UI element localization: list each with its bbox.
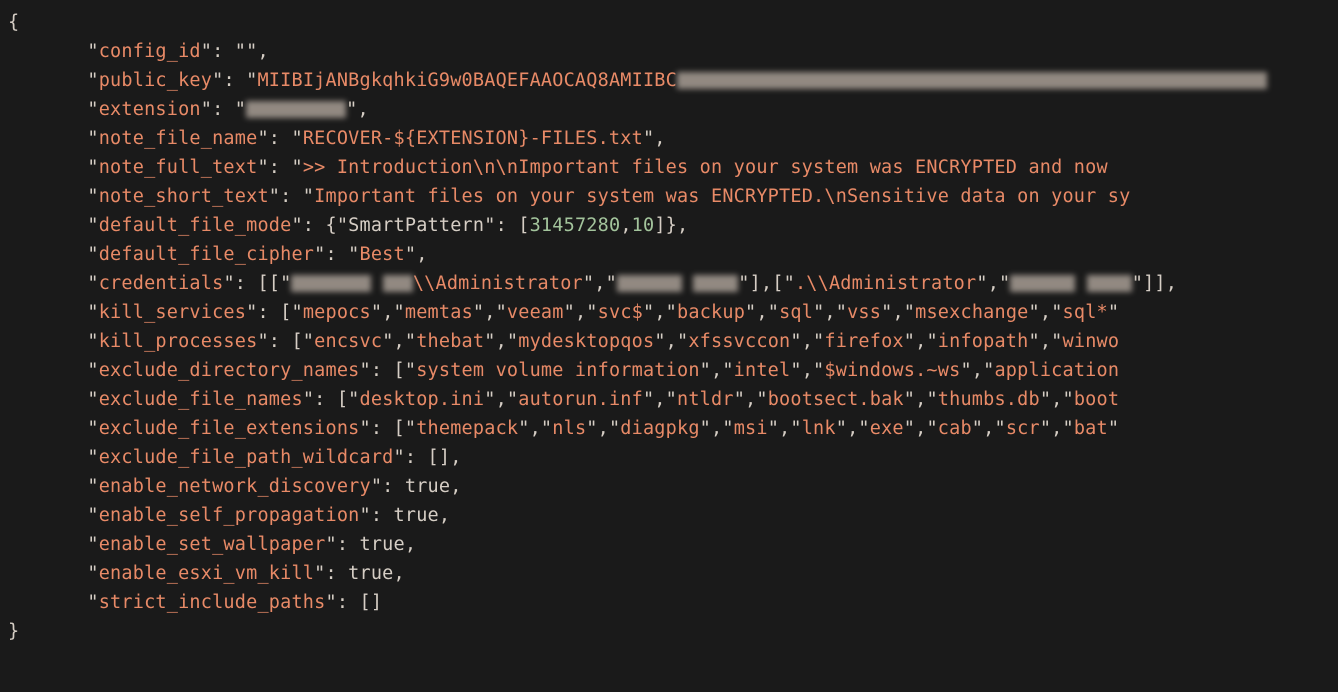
val-public-key-prefix: MIIBIjANBgkqhkiG9w0BAQEFAAOCAQ8AMIIBC bbox=[257, 70, 677, 91]
val-note-full-text: >> Introduction\n\nImportant files on yo… bbox=[303, 157, 1119, 178]
redacted-cred-1c bbox=[617, 275, 682, 292]
redacted-cred-1d bbox=[693, 275, 738, 292]
key-enable-esxi-vm-kill: enable_esxi_vm_kill bbox=[99, 563, 314, 584]
key-credentials: credentials bbox=[99, 273, 224, 294]
key-kill-processes: kill_processes bbox=[99, 331, 258, 352]
redacted-extension bbox=[246, 101, 346, 118]
key-enable-set-wallpaper: enable_set_wallpaper bbox=[99, 534, 326, 555]
key-smart-pattern: SmartPattern bbox=[348, 215, 484, 236]
brace-open: { bbox=[8, 12, 19, 33]
redacted-cred-1b bbox=[383, 275, 413, 292]
val-smart-pattern-2: 10 bbox=[632, 215, 655, 236]
redacted-cred-1a bbox=[291, 275, 371, 292]
val-smart-pattern-1: 31457280 bbox=[530, 215, 621, 236]
key-default-file-mode: default_file_mode bbox=[99, 215, 292, 236]
key-config-id: config_id bbox=[99, 41, 201, 62]
key-default-file-cipher: default_file_cipher bbox=[99, 244, 314, 265]
key-exclude-file-names: exclude_file_names bbox=[99, 389, 303, 410]
val-default-file-cipher: Best bbox=[360, 244, 405, 265]
redacted-cred-2b bbox=[1087, 275, 1132, 292]
val-empty-arr: [] bbox=[428, 447, 451, 468]
key-note-file-name: note_file_name bbox=[99, 128, 258, 149]
key-exclude-file-extensions: exclude_file_extensions bbox=[99, 418, 360, 439]
key-enable-self-propagation: enable_self_propagation bbox=[99, 505, 360, 526]
key-extension: extension bbox=[99, 99, 201, 120]
redacted-cred-2a bbox=[1010, 275, 1075, 292]
val-note-file-name: RECOVER-${EXTENSION}-FILES.txt bbox=[303, 128, 643, 149]
val-cred-admin1: \\Administrator bbox=[413, 273, 583, 294]
val-note-short-text: Important files on your system was ENCRY… bbox=[314, 186, 1130, 207]
json-config-code: { "config_id": "", "public_key": "MIIBIj… bbox=[0, 0, 1338, 646]
key-public-key: public_key bbox=[99, 70, 212, 91]
redacted-public-key bbox=[677, 72, 1267, 89]
key-strict-include-paths: strict_include_paths bbox=[99, 592, 326, 613]
key-kill-services: kill_services bbox=[99, 302, 246, 323]
key-note-short-text: note_short_text bbox=[99, 186, 269, 207]
val-cred-admin2: .\\Administrator bbox=[795, 273, 976, 294]
key-exclude-directory-names: exclude_directory_names bbox=[99, 360, 360, 381]
key-exclude-file-path-wildcard: exclude_file_path_wildcard bbox=[99, 447, 394, 468]
brace-close: } bbox=[8, 621, 19, 642]
val-true: true bbox=[405, 476, 450, 497]
key-enable-network-discovery: enable_network_discovery bbox=[99, 476, 371, 497]
key-note-full-text: note_full_text bbox=[99, 157, 258, 178]
